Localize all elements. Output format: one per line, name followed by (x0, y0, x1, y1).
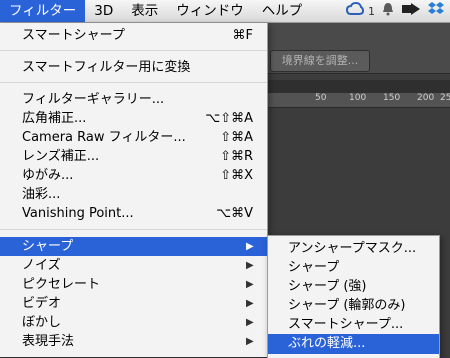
submenu-item-label: ぶれの軽減... (288, 336, 366, 351)
document-tab-strip (268, 80, 450, 93)
menubar-filter[interactable]: フィルター (0, 0, 86, 22)
submenu-arrow-icon: ▶ (246, 260, 254, 271)
menu-item-label: 表現手法 (22, 334, 75, 349)
submenu-arrow-icon: ▶ (246, 279, 254, 290)
ruler-tick: 200 (417, 93, 435, 103)
menu-separator (0, 50, 267, 51)
submenu-item-sharpen-more[interactable]: シャープ (強) (268, 277, 439, 297)
ruler-tick: 150 (383, 93, 401, 103)
menu-item-oil-paint[interactable]: 油彩... (0, 185, 267, 204)
menu-item-smart-sharpen-last[interactable]: スマートシャープ ⌘F (0, 26, 267, 45)
menu-item-shortcut: ⇧⌘X (220, 168, 253, 183)
submenu-item-label: シャープ (輪郭のみ) (288, 298, 406, 313)
submenu-item-label: スマートシャープ... (288, 317, 404, 332)
menubar-help[interactable]: ヘルプ (253, 0, 312, 22)
menu-item-stylize[interactable]: 表現手法 ▶ (0, 332, 267, 351)
menubar-window[interactable]: ウィンドウ (167, 0, 253, 22)
submenu-item-unsharp-mask[interactable]: アンシャープマスク... (268, 239, 439, 259)
menu-item-lens-correction[interactable]: レンズ補正... ⇧⌘R (0, 147, 267, 166)
menu-item-label: フィルターギャラリー... (22, 92, 165, 107)
menu-item-video[interactable]: ビデオ ▶ (0, 294, 267, 313)
submenu-arrow-icon: ▶ (246, 298, 254, 309)
menu-item-vanishing-point[interactable]: Vanishing Point... ⌥⌘V (0, 204, 267, 223)
horizontal-ruler: 50 100 150 200 250 (268, 93, 450, 108)
menu-item-label: 油彩... (22, 187, 61, 202)
menu-item-filter-gallery[interactable]: フィルターギャラリー... (0, 90, 267, 109)
menu-item-label: ビデオ (22, 296, 62, 311)
menu-item-label: ゆがみ... (22, 168, 74, 183)
menu-separator (0, 82, 267, 83)
creative-cloud-icon[interactable] (345, 1, 365, 20)
menu-item-label: 広角補正... (22, 111, 87, 126)
submenu-item-label: シャープ (強) (288, 279, 367, 294)
menu-bar: フィルター 3D 表示 ウィンドウ ヘルプ 1 (0, 0, 450, 23)
bell-icon[interactable] (382, 2, 394, 20)
menu-item-label: ピクセレート (22, 277, 101, 292)
creative-cloud-count: 1 (368, 4, 375, 18)
menu-item-shortcut: ⇧⌘A (220, 130, 253, 145)
menu-item-label: スマートシャープ (22, 28, 125, 43)
menu-item-label: シャープ (22, 239, 74, 254)
submenu-item-sharpen[interactable]: シャープ (268, 258, 439, 278)
menu-item-shortcut: ⌥⇧⌘A (205, 111, 253, 126)
submenu-item-label: アンシャープマスク... (288, 241, 417, 256)
status-icons: 1 (345, 1, 450, 21)
menu-item-blur[interactable]: ぼかし ▶ (0, 313, 267, 332)
submenu-item-shake-reduction[interactable]: ぶれの軽減... (268, 334, 439, 354)
menu-item-noise[interactable]: ノイズ ▶ (0, 256, 267, 275)
menu-item-shortcut: ⌥⌘V (216, 206, 253, 221)
dropbox-icon[interactable] (428, 1, 444, 21)
menu-item-shortcut: ⌘F (232, 28, 253, 43)
menubar-view[interactable]: 表示 (122, 0, 167, 22)
menubar-3d[interactable]: 3D (85, 0, 122, 22)
submenu-arrow-icon: ▶ (246, 241, 254, 252)
sharpen-submenu: アンシャープマスク... シャープ シャープ (強) シャープ (輪郭のみ) ス… (267, 235, 440, 358)
filter-menu: スマートシャープ ⌘F スマートフィルター用に変換 フィルターギャラリー... … (0, 23, 268, 357)
menu-item-liquify[interactable]: ゆがみ... ⇧⌘X (0, 166, 267, 185)
refine-edge-button[interactable]: 境界線を調整... (270, 50, 370, 72)
submenu-item-label: シャープ (288, 260, 340, 275)
ruler-tick: 50 (315, 93, 327, 103)
menu-item-adaptive-wide-angle[interactable]: 広角補正... ⌥⇧⌘A (0, 109, 267, 128)
menu-item-label: レンズ補正... (22, 149, 100, 164)
submenu-arrow-icon: ▶ (246, 336, 254, 347)
menu-item-label: ぼかし (22, 315, 62, 330)
submenu-arrow-icon: ▶ (246, 317, 254, 328)
menu-item-label: スマートフィルター用に変換 (22, 60, 191, 75)
ruler-tick: 250 (440, 93, 450, 103)
menu-item-shortcut: ⇧⌘R (220, 149, 253, 164)
submenu-item-smart-sharpen[interactable]: スマートシャープ... (268, 315, 439, 335)
menu-separator (0, 229, 267, 230)
arrow-forward-icon[interactable] (401, 3, 421, 19)
menu-item-label: ノイズ (22, 258, 61, 273)
submenu-item-sharpen-edges[interactable]: シャープ (輪郭のみ) (268, 296, 439, 316)
ruler-tick: 100 (349, 93, 367, 103)
menu-item-label: Camera Raw フィルター... (22, 130, 186, 145)
menu-item-convert-smart-filter[interactable]: スマートフィルター用に変換 (0, 58, 267, 77)
menu-item-camera-raw[interactable]: Camera Raw フィルター... ⇧⌘A (0, 128, 267, 147)
menu-item-pixelate[interactable]: ピクセレート ▶ (0, 275, 267, 294)
menu-item-label: Vanishing Point... (22, 206, 134, 221)
menu-item-sharpen[interactable]: シャープ ▶ (0, 237, 267, 256)
